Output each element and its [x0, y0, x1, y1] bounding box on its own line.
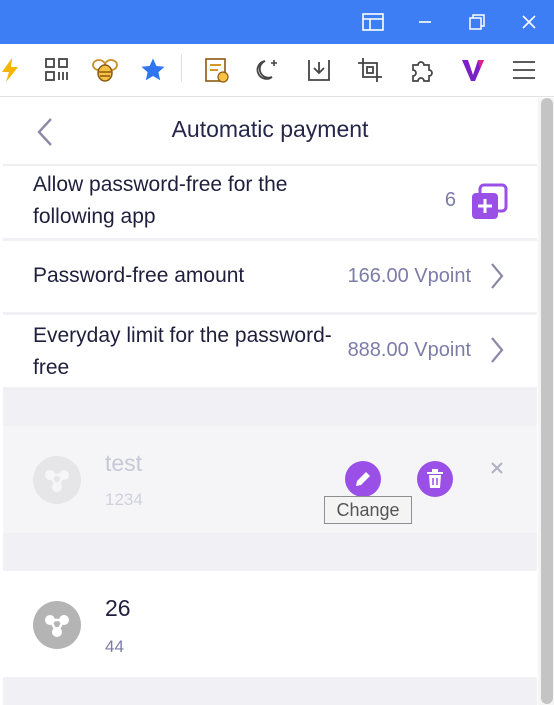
- download-icon[interactable]: [303, 54, 335, 86]
- app-card[interactable]: test 1234: [3, 426, 537, 533]
- notes-icon[interactable]: [201, 54, 233, 86]
- password-free-amount-label: Password-free amount: [33, 264, 245, 287]
- edit-button[interactable]: [345, 461, 381, 497]
- v-logo-icon[interactable]: [457, 54, 489, 86]
- browser-toolbar: [0, 44, 554, 97]
- app-icon: [33, 601, 81, 649]
- password-free-amount-value: 166.00 Vpoint: [347, 265, 471, 287]
- layout-icon[interactable]: [359, 8, 387, 36]
- page-title: Automatic payment: [171, 116, 369, 142]
- allow-password-free-label: Allow password-free for the following ap…: [33, 173, 288, 228]
- allow-password-free-row[interactable]: Allow password-free for the following ap…: [3, 166, 537, 238]
- app-name: test: [105, 450, 143, 476]
- moon-icon[interactable]: [252, 54, 284, 86]
- everyday-limit-row[interactable]: Everyday limit for the password-free 888…: [3, 315, 537, 387]
- lightning-icon[interactable]: [0, 54, 26, 86]
- close-icon[interactable]: [489, 460, 505, 476]
- app-card[interactable]: 26 44: [3, 571, 537, 677]
- apps-grid-icon[interactable]: [41, 54, 73, 86]
- app-id: 1234: [105, 490, 143, 509]
- content-panel: Automatic payment Allow password-free fo…: [3, 98, 537, 705]
- scrollbar-thumb[interactable]: [541, 98, 553, 704]
- app-id: 44: [105, 637, 124, 656]
- tooltip: Change: [324, 496, 412, 524]
- chevron-right-icon: [489, 262, 505, 290]
- close-icon[interactable]: [515, 8, 543, 36]
- minimize-icon[interactable]: [411, 8, 439, 36]
- star-icon[interactable]: [137, 54, 169, 86]
- add-app-icon[interactable]: [470, 183, 508, 221]
- crop-icon[interactable]: [354, 54, 386, 86]
- page-header: Automatic payment: [3, 98, 537, 165]
- everyday-limit-value: 888.00 Vpoint: [347, 339, 471, 361]
- puzzle-icon[interactable]: [406, 54, 438, 86]
- toolbar-separator: [181, 54, 182, 82]
- allowed-app-count: 6: [444, 189, 456, 211]
- app-name: 26: [105, 595, 131, 621]
- password-free-amount-row[interactable]: Password-free amount 166.00 Vpoint: [3, 241, 537, 312]
- everyday-limit-label: Everyday limit for the password-free: [33, 324, 332, 379]
- chevron-right-icon: [489, 336, 505, 364]
- app-icon: [33, 456, 81, 504]
- menu-icon[interactable]: [508, 54, 540, 86]
- bee-icon[interactable]: [89, 54, 121, 86]
- window-titlebar: [0, 0, 554, 44]
- restore-icon[interactable]: [463, 8, 491, 36]
- delete-button[interactable]: [417, 461, 453, 497]
